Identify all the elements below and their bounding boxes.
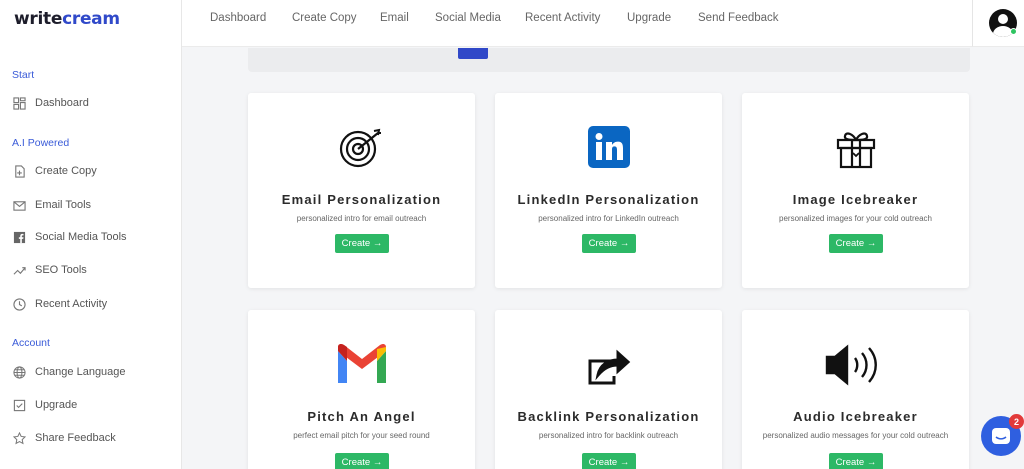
card-subtitle: personalized images for your cold outrea… (779, 214, 932, 223)
sidebar-item-label: Change Language (35, 366, 126, 378)
brand-part2: cream (62, 9, 120, 29)
brand-logo[interactable]: writecream (14, 9, 120, 29)
card-title: Backlink Personalization (517, 409, 700, 424)
speaker-icon (742, 343, 969, 387)
file-plus-icon (12, 164, 26, 178)
section-account: Account (12, 337, 50, 349)
card-subtitle: personalized intro for email outreach (296, 214, 427, 223)
banner-button[interactable] (458, 48, 488, 59)
sidebar-item-label: Social Media Tools (35, 231, 127, 243)
card-title: LinkedIn Personalization (517, 192, 700, 207)
chat-icon (992, 428, 1010, 444)
card-title: Email Personalization (281, 192, 442, 207)
sidebar-item-change-language[interactable]: Change Language (12, 364, 126, 380)
sidebar-item-email-tools[interactable]: Email Tools (12, 197, 91, 213)
card-subtitle: personalized intro for backlink outreach (538, 431, 679, 440)
star-icon (12, 431, 26, 445)
card-subtitle: personalized audio messages for your col… (762, 431, 949, 440)
card-email-personalization[interactable]: Email Personalization personalized intro… (248, 93, 475, 288)
nav-dashboard[interactable]: Dashboard (210, 12, 266, 24)
sidebar-item-upgrade[interactable]: Upgrade (12, 397, 77, 413)
notification-badge: 2 (1009, 414, 1024, 429)
section-start: Start (12, 69, 35, 81)
card-subtitle: perfect email pitch for your seed round (293, 431, 430, 440)
sidebar: writecream Start Dashboard A.I Powered C… (0, 0, 182, 469)
card-image-icebreaker[interactable]: Image Icebreaker personalized images for… (742, 93, 969, 288)
sidebar-item-create-copy[interactable]: Create Copy (12, 163, 97, 179)
card-title: Audio Icebreaker (793, 409, 918, 424)
card-audio-icebreaker[interactable]: Audio Icebreaker personalized audio mess… (742, 310, 969, 469)
nav-recent-activity[interactable]: Recent Activity (525, 12, 600, 24)
sidebar-item-recent-activity[interactable]: Recent Activity (12, 296, 107, 312)
mail-icon (12, 198, 26, 212)
sidebar-item-share-feedback[interactable]: Share Feedback (12, 430, 116, 446)
sidebar-item-label: Email Tools (35, 199, 92, 211)
create-button[interactable]: Create → (582, 453, 636, 469)
sidebar-item-label: Recent Activity (35, 298, 108, 310)
facebook-icon (12, 230, 26, 244)
card-linkedin-personalization[interactable]: LinkedIn Personalization personalized in… (495, 93, 722, 288)
checkbox-icon (12, 398, 26, 412)
nav-social-media[interactable]: Social Media (435, 12, 501, 24)
sidebar-item-social-media-tools[interactable]: Social Media Tools (12, 229, 127, 245)
nav-send-feedback[interactable]: Send Feedback (698, 12, 779, 24)
section-ai-powered: A.I Powered (12, 137, 70, 149)
top-banner (248, 48, 970, 72)
card-backlink-personalization[interactable]: Backlink Personalization personalized in… (495, 310, 722, 469)
globe-icon (12, 365, 26, 379)
sidebar-item-label: SEO Tools (35, 264, 87, 276)
create-button[interactable]: Create → (335, 234, 389, 253)
sidebar-item-label: Dashboard (35, 97, 89, 109)
online-status-dot (1010, 28, 1017, 35)
sidebar-item-label: Share Feedback (35, 432, 116, 444)
nav-email[interactable]: Email (380, 12, 409, 24)
linkedin-icon (495, 126, 722, 168)
sidebar-item-label: Create Copy (35, 165, 97, 177)
card-title: Image Icebreaker (792, 192, 919, 207)
gift-icon (742, 126, 969, 170)
trend-icon (12, 263, 26, 277)
clock-icon (12, 297, 26, 311)
create-button[interactable]: Create → (829, 453, 883, 469)
sidebar-item-dashboard[interactable]: Dashboard (12, 95, 89, 111)
sidebar-item-label: Upgrade (35, 399, 78, 411)
nav-upgrade[interactable]: Upgrade (627, 12, 671, 24)
create-button[interactable]: Create → (335, 453, 389, 469)
share-icon (495, 343, 722, 387)
card-pitch-an-angel[interactable]: Pitch An Angel perfect email pitch for y… (248, 310, 475, 469)
card-title: Pitch An Angel (307, 409, 416, 424)
dashboard-icon (12, 96, 26, 110)
sidebar-item-seo-tools[interactable]: SEO Tools (12, 262, 87, 278)
create-button[interactable]: Create → (582, 234, 636, 253)
card-subtitle: personalized intro for LinkedIn outreach (538, 214, 679, 223)
nav-create-copy[interactable]: Create Copy (292, 12, 357, 24)
brand-part1: write (14, 9, 63, 29)
gmail-icon (248, 343, 475, 387)
target-icon (248, 125, 475, 169)
create-button[interactable]: Create → (829, 234, 883, 253)
